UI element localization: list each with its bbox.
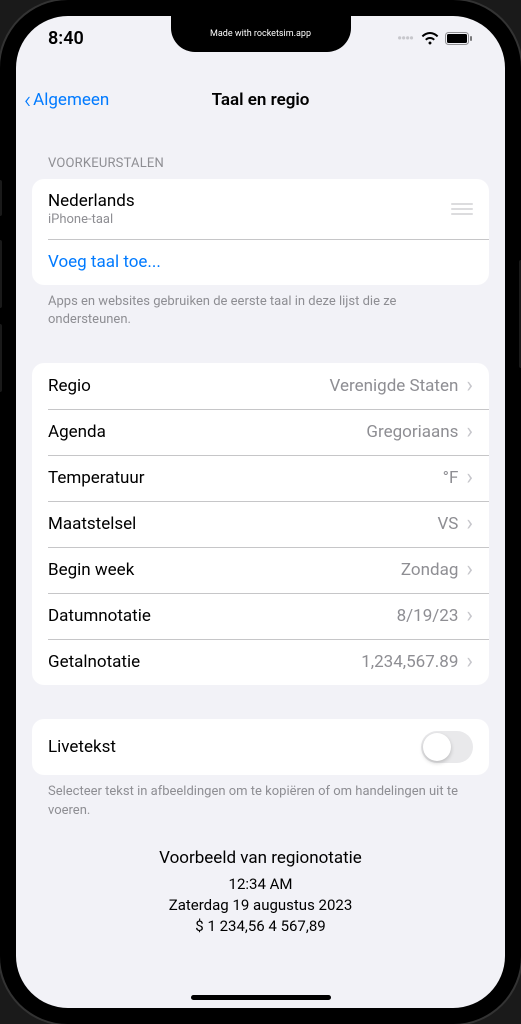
- preview-numbers: $ 1 234,56 4 567,89: [16, 916, 505, 937]
- row-label: Maatstelsel: [48, 514, 437, 534]
- settings-content[interactable]: VOORKEURSTALEN Nederlands iPhone-taal Vo…: [16, 122, 505, 1008]
- region-row[interactable]: Regio Verenigde Staten ›: [32, 363, 489, 409]
- phone-frame: Made with rocketsim.app 8:40 •••• ‹ Alg: [0, 0, 521, 1024]
- row-label: Begin week: [48, 560, 401, 580]
- livetext-group: Livetekst: [32, 719, 489, 775]
- row-value: Verenigde Staten: [330, 376, 459, 396]
- livetext-row[interactable]: Livetekst: [32, 719, 489, 775]
- preview-time: 12:34 AM: [16, 874, 505, 895]
- add-language-label: Voeg taal toe...: [48, 252, 161, 272]
- chevron-right-icon: ›: [466, 513, 473, 535]
- week-start-row[interactable]: Begin week Zondag ›: [32, 547, 489, 593]
- livetext-toggle[interactable]: [421, 731, 473, 763]
- livetext-footer: Selecteer tekst in afbeeldingen om te ko…: [16, 775, 505, 819]
- chevron-right-icon: ›: [466, 651, 473, 673]
- volume-up-button: [0, 240, 2, 308]
- preview-body: 12:34 AM Zaterdag 19 augustus 2023 $ 1 2…: [16, 874, 505, 937]
- row-value: 8/19/23: [397, 606, 459, 626]
- home-indicator[interactable]: [191, 995, 331, 1000]
- region-settings-group: Regio Verenigde Staten › Agenda Gregoria…: [32, 363, 489, 685]
- chevron-right-icon: ›: [466, 375, 473, 397]
- language-name: Nederlands: [48, 191, 451, 211]
- row-label: Temperatuur: [48, 468, 443, 488]
- row-value: Zondag: [401, 560, 458, 580]
- row-value: °F: [443, 468, 459, 488]
- page-title: Taal en regio: [212, 90, 310, 110]
- chevron-right-icon: ›: [466, 467, 473, 489]
- chevron-right-icon: ›: [466, 421, 473, 443]
- status-time: 8:40: [48, 28, 84, 49]
- volume-down-button: [0, 324, 2, 392]
- add-language-row[interactable]: Voeg taal toe...: [32, 239, 489, 285]
- navigation-bar: ‹ Algemeen Taal en regio: [16, 78, 505, 122]
- number-format-row[interactable]: Getalnotatie 1,234,567.89 ›: [32, 639, 489, 685]
- preview-title: Voorbeeld van regionotatie: [16, 848, 505, 868]
- chevron-right-icon: ›: [466, 559, 473, 581]
- status-indicators: ••••: [397, 31, 473, 47]
- wifi-icon: [421, 32, 439, 45]
- row-label: Getalnotatie: [48, 652, 361, 672]
- languages-group: Nederlands iPhone-taal Voeg taal toe...: [32, 179, 489, 285]
- row-label: Regio: [48, 376, 330, 396]
- languages-header: VOORKEURSTALEN: [16, 122, 505, 179]
- row-value: Gregoriaans: [366, 422, 458, 442]
- status-bar-area: Made with rocketsim.app 8:40 ••••: [16, 16, 505, 60]
- row-label: Agenda: [48, 422, 366, 442]
- date-format-row[interactable]: Datumnotatie 8/19/23 ›: [32, 593, 489, 639]
- phone-screen: Made with rocketsim.app 8:40 •••• ‹ Alg: [16, 16, 505, 1008]
- row-label: Datumnotatie: [48, 606, 397, 626]
- chevron-left-icon: ‹: [24, 88, 31, 112]
- preview-date: Zaterdag 19 augustus 2023: [16, 895, 505, 916]
- livetext-label: Livetekst: [48, 737, 421, 757]
- temperature-row[interactable]: Temperatuur °F ›: [32, 455, 489, 501]
- back-button[interactable]: ‹ Algemeen: [24, 88, 109, 112]
- row-value: 1,234,567.89: [361, 652, 458, 672]
- row-value: VS: [437, 514, 458, 534]
- status-bar: 8:40 ••••: [16, 28, 505, 49]
- languages-footer: Apps en websites gebruiken de eerste taa…: [16, 285, 505, 329]
- measurement-row[interactable]: Maatstelsel VS ›: [32, 501, 489, 547]
- primary-language-row[interactable]: Nederlands iPhone-taal: [32, 179, 489, 239]
- chevron-right-icon: ›: [466, 605, 473, 627]
- back-label: Algemeen: [33, 90, 109, 110]
- language-subtitle: iPhone-taal: [48, 212, 451, 227]
- mute-switch: [0, 180, 2, 216]
- more-dots-icon: ••••: [397, 31, 413, 47]
- drag-handle-icon[interactable]: [451, 203, 473, 215]
- calendar-row[interactable]: Agenda Gregoriaans ›: [32, 409, 489, 455]
- battery-icon: [445, 32, 473, 45]
